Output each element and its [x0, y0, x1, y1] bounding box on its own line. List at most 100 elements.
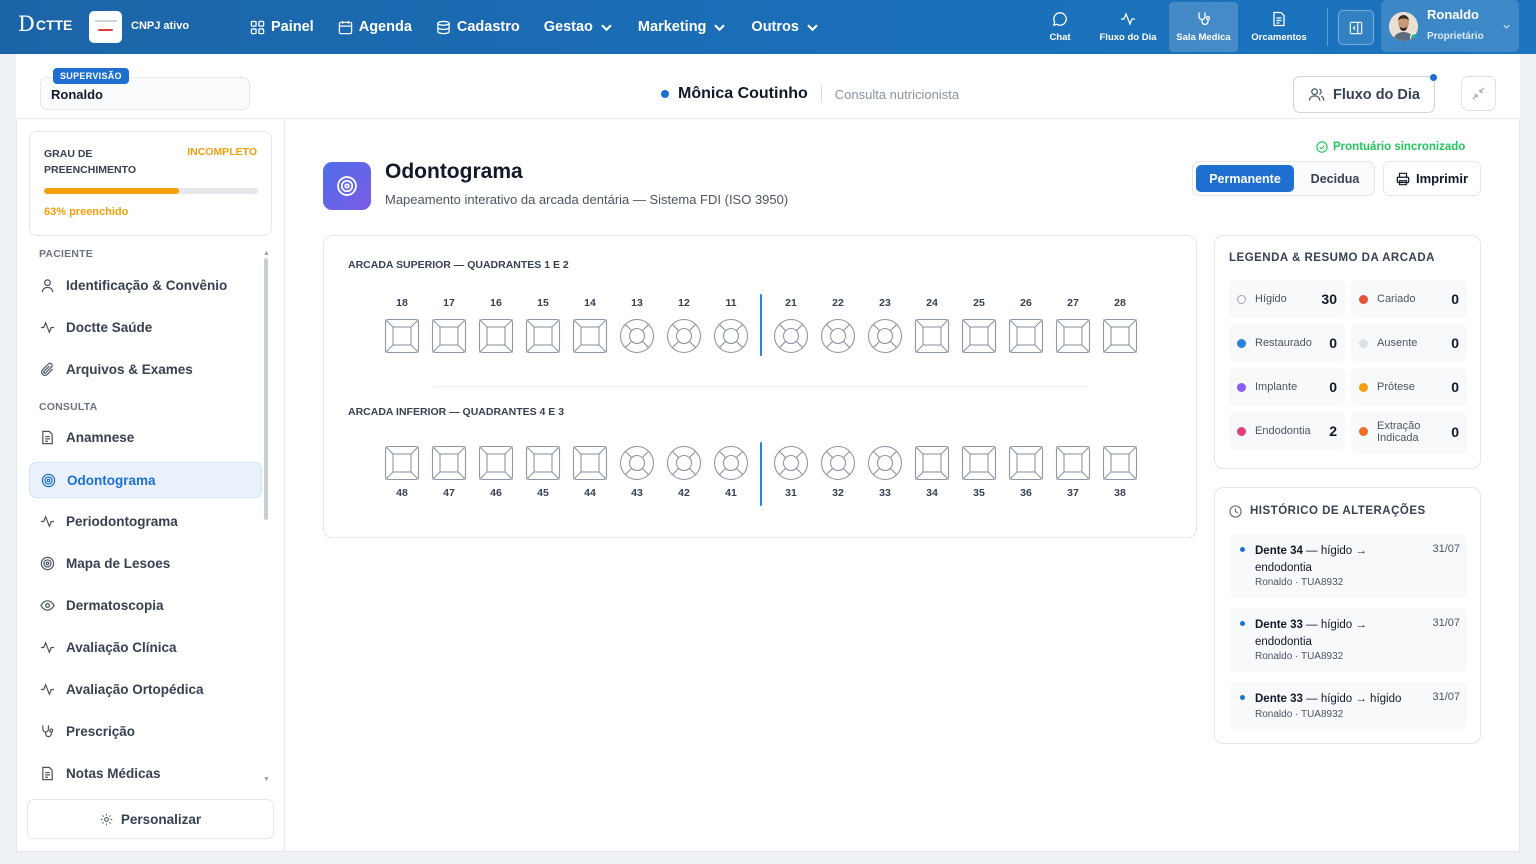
tooth-number: 23	[879, 297, 891, 309]
nav-sala-medica[interactable]: Sala Medica	[1169, 2, 1238, 52]
sidebar-item-notas-medicas[interactable]: Notas Médicas	[29, 755, 262, 791]
sidebar-item-label: Dermatoscopia	[66, 597, 164, 613]
clinic-logo[interactable]	[89, 11, 122, 43]
tooth-46[interactable]	[478, 445, 514, 481]
tooth-18[interactable]	[384, 318, 420, 354]
tooth-12[interactable]	[666, 318, 702, 354]
tooth-16[interactable]	[478, 318, 514, 354]
legend-item: Endodontia 2	[1229, 412, 1345, 450]
legend-count: 0	[1451, 424, 1459, 440]
avatar	[1389, 12, 1418, 41]
tooth-number: 45	[537, 487, 549, 499]
app-logo[interactable]: D CTTE	[18, 14, 72, 35]
nav-agenda[interactable]: Agenda	[338, 19, 412, 35]
user-menu[interactable]: Ronaldo Proprietário	[1381, 0, 1519, 52]
sidebar-item-arquivos[interactable]: Arquivos & Exames	[29, 351, 262, 387]
tooth-number: 16	[490, 297, 502, 309]
tooth-17[interactable]	[431, 318, 467, 354]
tooth-number: 26	[1020, 297, 1032, 309]
sidebar-item-avaliacao-ortopedica[interactable]: Avaliação Ortopédica	[29, 671, 262, 707]
sidebar-item-doctte-saude[interactable]: Doctte Saúde	[29, 309, 262, 345]
legend-label: Cariado	[1377, 293, 1416, 305]
history-card: HISTÓRICO DE ALTERAÇÕES Dente 34 — hígid…	[1214, 487, 1481, 744]
page-subtitle: Mapeamento interativo da arcada dentária…	[385, 192, 789, 207]
tooth-47[interactable]	[431, 445, 467, 481]
tooth-48[interactable]	[384, 445, 420, 481]
nav-chat[interactable]: Chat	[1040, 0, 1080, 54]
tooth-38[interactable]	[1102, 445, 1138, 481]
sidebar-item-mapa-lesoes[interactable]: Mapa de Lesoes	[29, 545, 262, 581]
tooth-31[interactable]	[773, 445, 809, 481]
history-item[interactable]: Dente 34 — hígido → endodontia 31/07 Ronal…	[1230, 534, 1467, 598]
toggle-panel-button[interactable]	[1338, 10, 1374, 45]
nav-outros[interactable]: Outros	[751, 19, 820, 35]
personalize-button[interactable]: Personalizar	[27, 799, 274, 839]
sidebar-item-odontograma[interactable]: Odontograma	[29, 462, 262, 498]
scroll-down-arrow[interactable]: ▼	[263, 776, 270, 783]
document-icon	[42, 766, 53, 780]
tooth-34[interactable]	[914, 445, 950, 481]
collapse-button[interactable]	[1461, 76, 1496, 111]
tooth-22[interactable]	[820, 318, 856, 354]
nav-gestao[interactable]: Gestao	[544, 19, 614, 35]
print-button[interactable]: Imprimir	[1383, 161, 1481, 196]
tooth-24[interactable]	[914, 318, 950, 354]
legend-label: Ausente	[1377, 337, 1418, 349]
history-item[interactable]: Dente 33 — hígido → endodontia 31/07 Ronal…	[1230, 608, 1467, 672]
completion-percent: 63% preenchido	[44, 206, 129, 218]
main-nav: Painel Agenda Cadastro Gestao Marketing …	[250, 0, 844, 54]
tooth-number: 33	[879, 487, 891, 499]
nav-orcamentos[interactable]: Orcamentos	[1246, 0, 1312, 54]
sidebar-scrollbar[interactable]	[264, 258, 268, 520]
stethoscope-icon	[42, 724, 54, 737]
tooth-43[interactable]	[619, 445, 655, 481]
fluxo-do-dia-button[interactable]: Fluxo do Dia	[1293, 74, 1437, 113]
tooth-27[interactable]	[1055, 318, 1091, 354]
users-icon	[1308, 88, 1325, 101]
tooth-32[interactable]	[820, 445, 856, 481]
tooth-36[interactable]	[1008, 445, 1044, 481]
sidebar-item-periodontograma[interactable]: Periodontograma	[29, 503, 262, 539]
history-item[interactable]: Dente 33 — hígido → hígido 31/07 Ronaldo ·…	[1230, 682, 1467, 729]
sidebar-item-label: Mapa de Lesoes	[66, 555, 171, 571]
nav-cadastro[interactable]: Cadastro	[436, 19, 520, 35]
legend-title: LEGENDA & RESUMO DA ARCADA	[1229, 252, 1435, 264]
tooth-13[interactable]	[619, 318, 655, 354]
tooth-42[interactable]	[666, 445, 702, 481]
sidebar-item-dermatoscopia[interactable]: Dermatoscopia	[29, 587, 262, 623]
tooth-21[interactable]	[773, 318, 809, 354]
tooth-11[interactable]	[713, 318, 749, 354]
nav-fluxo-do-dia[interactable]: Fluxo do Dia	[1096, 0, 1160, 54]
tooth-41[interactable]	[713, 445, 749, 481]
nav-painel[interactable]: Painel	[250, 19, 314, 35]
document-icon	[1273, 11, 1285, 27]
tooth-15[interactable]	[525, 318, 561, 354]
tooth-35[interactable]	[961, 445, 997, 481]
sidebar-item-label: Identificação & Convênio	[66, 277, 228, 293]
progress-fill	[44, 188, 179, 194]
history-bullet	[1240, 547, 1245, 552]
tooth-45[interactable]	[525, 445, 561, 481]
patient-info: Mônica Coutinho Consulta nutricionista	[661, 85, 959, 103]
tooth-33[interactable]	[867, 445, 903, 481]
sidebar-item-avaliacao-clinica[interactable]: Avaliação Clínica	[29, 629, 262, 665]
legend-count: 30	[1321, 291, 1337, 307]
tooth-37[interactable]	[1055, 445, 1091, 481]
page-title: Odontograma	[385, 160, 523, 183]
tooth-25[interactable]	[961, 318, 997, 354]
sidebar-item-identificacao[interactable]: Identificação & Convênio	[29, 267, 262, 303]
tab-permanente[interactable]: Permanente	[1196, 165, 1294, 192]
sidebar-item-label: Prescrição	[66, 723, 136, 739]
calendar-icon	[338, 20, 352, 34]
sidebar-item-prescricao[interactable]: Prescrição	[29, 713, 262, 749]
tooth-number: 35	[973, 487, 985, 499]
tab-decidua[interactable]: Decidua	[1297, 165, 1373, 192]
tooth-26[interactable]	[1008, 318, 1044, 354]
scroll-up-arrow[interactable]: ▲	[263, 250, 270, 257]
tooth-28[interactable]	[1102, 318, 1138, 354]
sidebar-item-anamnese[interactable]: Anamnese	[29, 419, 262, 455]
tooth-23[interactable]	[867, 318, 903, 354]
tooth-44[interactable]	[572, 445, 608, 481]
tooth-14[interactable]	[572, 318, 608, 354]
nav-marketing[interactable]: Marketing	[638, 19, 728, 35]
